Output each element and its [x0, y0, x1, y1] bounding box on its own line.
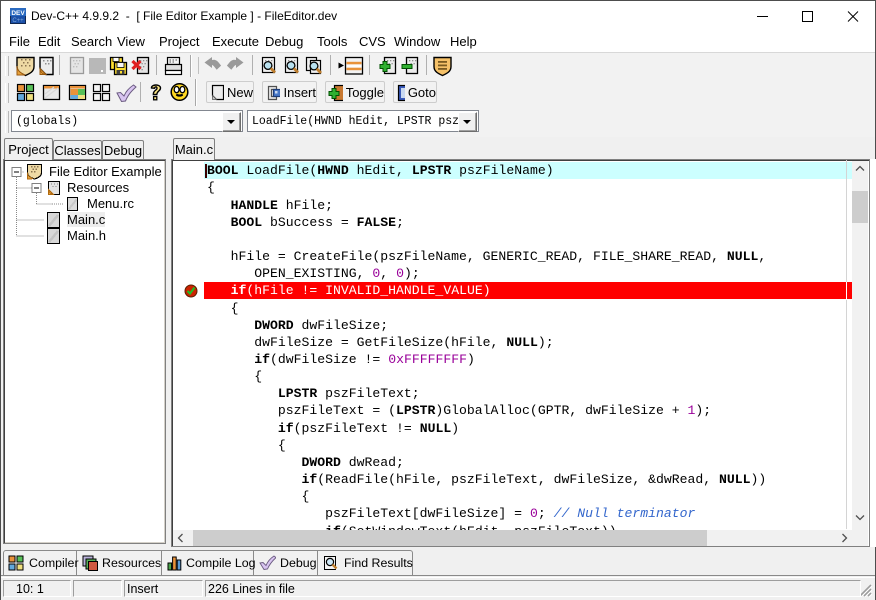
svg-text:DEV: DEV	[11, 10, 25, 17]
svg-text:C++: C++	[12, 18, 24, 24]
